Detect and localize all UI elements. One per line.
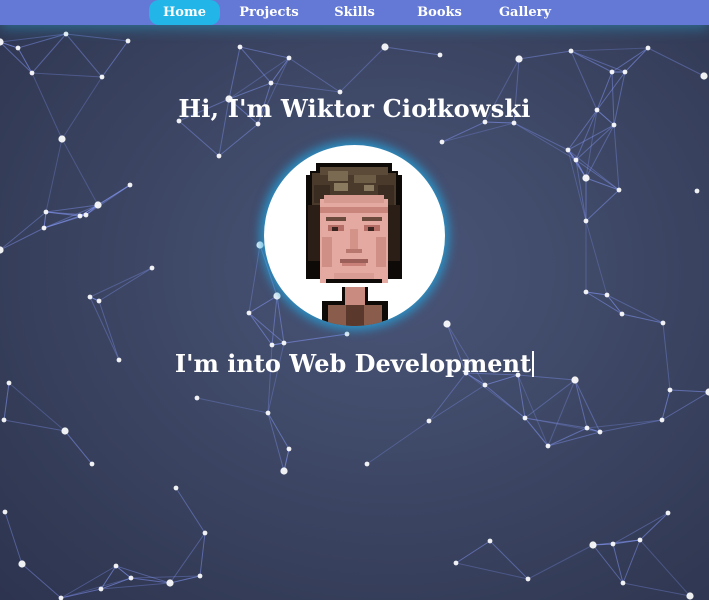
typing-cursor — [532, 351, 535, 377]
nav-skills[interactable]: Skills — [322, 0, 387, 25]
avatar-portrait-icon — [306, 163, 402, 326]
avatar — [264, 145, 445, 326]
nav-projects[interactable]: Projects — [233, 0, 305, 25]
navbar: Home Projects Skills Books Gallery — [0, 0, 709, 25]
typed-text: I'm into Web Development — [174, 349, 532, 378]
page-title: Hi, I'm Wiktor Ciołkowski — [178, 94, 531, 123]
hero-section: Hi, I'm Wiktor Ciołkowski I'm into Web D… — [0, 0, 709, 600]
nav-gallery[interactable]: Gallery — [489, 0, 561, 25]
nav-home[interactable]: Home — [149, 0, 220, 25]
nav-books[interactable]: Books — [406, 0, 473, 25]
typed-tagline: I'm into Web Development — [0, 349, 709, 378]
